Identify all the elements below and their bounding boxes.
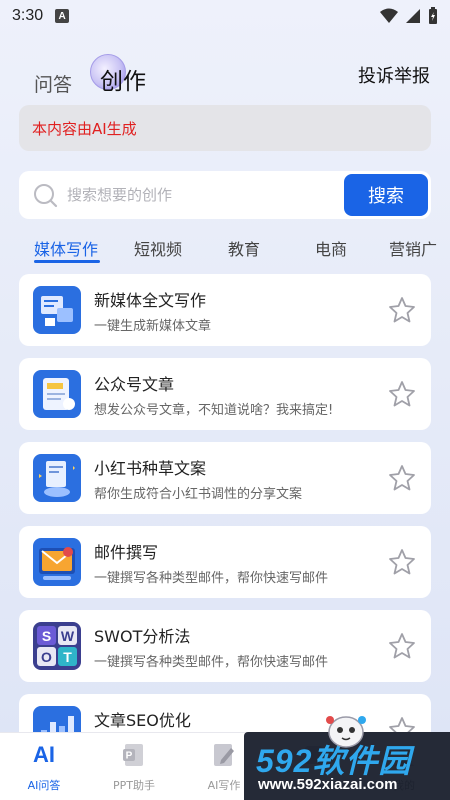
- swot-icon: SWOT: [33, 622, 81, 670]
- category-tabs: 媒体写作 短视频 教育 电商 营销广: [0, 230, 450, 266]
- category-tab-short-video[interactable]: 短视频: [134, 236, 182, 260]
- battery-icon: [429, 7, 437, 24]
- list-item-title: 公众号文章: [94, 375, 175, 394]
- star-icon[interactable]: [387, 379, 417, 409]
- status-time: 3:30: [12, 7, 44, 24]
- search-box: 搜索: [19, 171, 431, 219]
- svg-text:P: P: [126, 751, 133, 762]
- xiaohongshu-icon: [33, 454, 81, 502]
- list-item-title: SWOT分析法: [94, 627, 191, 646]
- svg-text:S: S: [42, 628, 51, 644]
- nav-ppt[interactable]: P PPT助手: [94, 739, 174, 793]
- svg-text:O: O: [41, 649, 52, 665]
- category-tab-education[interactable]: 教育: [228, 236, 260, 260]
- list-item-title: 新媒体全文写作: [94, 291, 207, 310]
- tab-create[interactable]: 创作: [90, 52, 160, 100]
- mascot-icon: [326, 716, 366, 748]
- search-button[interactable]: 搜索: [344, 174, 428, 216]
- header: 问答 创作 投诉举报: [0, 50, 450, 110]
- tab-qa[interactable]: 问答: [34, 70, 72, 97]
- star-icon[interactable]: [387, 463, 417, 493]
- official-account-icon: [33, 370, 81, 418]
- ai-notice: 本内容由AI生成: [19, 105, 431, 151]
- category-tab-marketing[interactable]: 营销广: [389, 236, 437, 260]
- status-icons: [380, 7, 438, 25]
- list-item[interactable]: SWOT SWOT分析法 一键撰写各种类型邮件，帮你快速写邮件: [19, 610, 431, 682]
- nav-label: AI问答: [27, 779, 61, 792]
- media-writing-icon: [33, 286, 81, 334]
- list-item-desc: 一键生成新媒体文章: [94, 319, 212, 334]
- category-tab-ecommerce[interactable]: 电商: [315, 236, 347, 260]
- signal-icon: [406, 9, 420, 23]
- list-item-desc: 一键撰写各种类型邮件，帮你快速写邮件: [94, 655, 329, 670]
- list-item-title: 小红书种草文案: [94, 459, 207, 478]
- ai-chat-icon: AI: [33, 742, 55, 767]
- list-item-title: 文章SEO优化: [94, 711, 191, 730]
- ppt-icon: P: [94, 739, 174, 771]
- email-icon: [33, 538, 81, 586]
- star-icon[interactable]: [387, 631, 417, 661]
- search-icon: [31, 181, 59, 209]
- nav-label: PPT助手: [113, 779, 155, 792]
- nav-ai-chat[interactable]: AI AI问答: [4, 739, 84, 793]
- list-item[interactable]: 公众号文章 想发公众号文章，不知道说啥？我来搞定!: [19, 358, 431, 430]
- svg-text:T: T: [63, 649, 72, 665]
- category-tab-media-writing[interactable]: 媒体写作: [34, 236, 98, 260]
- list-item-desc: 一键撰写各种类型邮件，帮你快速写邮件: [94, 571, 329, 586]
- report-link[interactable]: 投诉举报: [358, 62, 430, 88]
- list-item-title: 邮件撰写: [94, 543, 159, 562]
- watermark-url: www.592xiazai.com: [258, 776, 398, 793]
- list-item[interactable]: 小红书种草文案 帮你生成符合小红书调性的分享文案: [19, 442, 431, 514]
- star-icon[interactable]: [387, 295, 417, 325]
- list-item-desc: 想发公众号文章，不知道说啥？我来搞定!: [94, 403, 334, 418]
- notification-icon: A: [55, 9, 70, 23]
- tab-create-label: 创作: [100, 69, 146, 95]
- list-item[interactable]: 新媒体全文写作 一键生成新媒体文章: [19, 274, 431, 346]
- list-item-desc: 帮你生成符合小红书调性的分享文案: [94, 487, 303, 502]
- svg-text:W: W: [61, 628, 75, 644]
- wifi-icon: [380, 8, 398, 23]
- status-bar: 3:30 A: [0, 0, 450, 32]
- list-item[interactable]: 邮件撰写 一键撰写各种类型邮件，帮你快速写邮件: [19, 526, 431, 598]
- star-icon[interactable]: [387, 547, 417, 577]
- active-tab-indicator: [34, 260, 100, 263]
